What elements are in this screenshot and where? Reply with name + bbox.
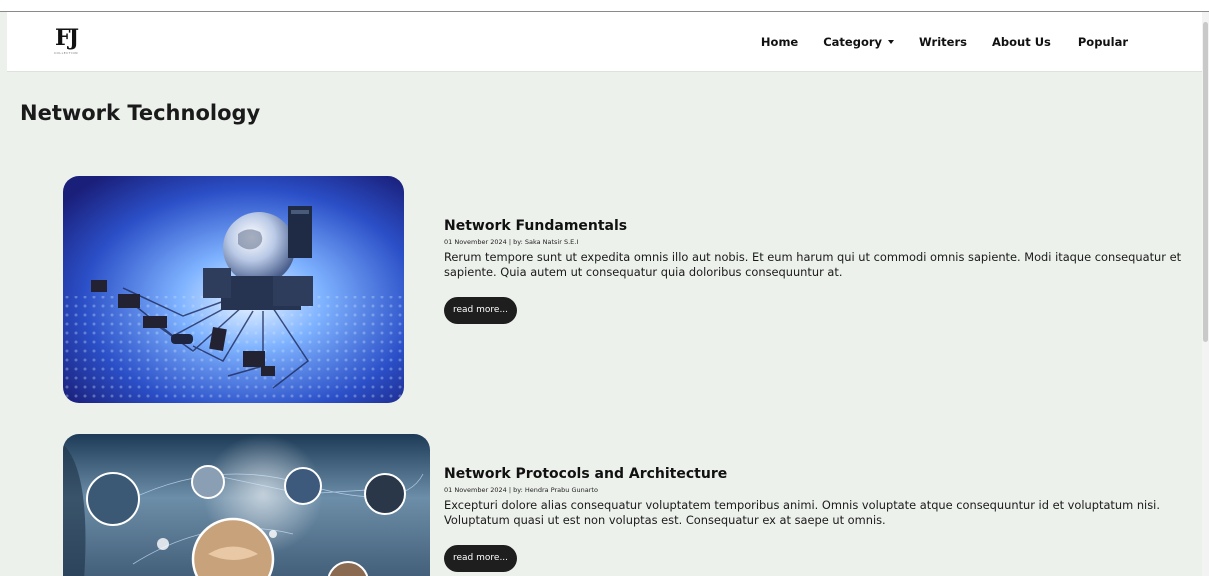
site-logo[interactable]: FJ COLLECTION [41, 26, 91, 62]
article-meta: 01 November 2024 | by: Saka Natsir S.E.I [444, 238, 579, 246]
article-image-protocols[interactable] [63, 434, 430, 576]
caret-down-icon [888, 40, 895, 44]
main-nav: Home Category Writers About Us Popular [761, 12, 1128, 72]
page-title: Network Technology [20, 101, 261, 125]
nav-home[interactable]: Home [761, 35, 798, 49]
logo-mark: FJ [54, 25, 79, 51]
nav-writers[interactable]: Writers [919, 35, 967, 49]
logo-tagline: COLLECTION [53, 51, 79, 55]
read-more-button[interactable]: read more... [444, 297, 518, 324]
navbar: FJ COLLECTION Home Category Writers Abou… [7, 12, 1202, 72]
browser-top-edge [0, 0, 1209, 12]
article-title[interactable]: Network Protocols and Architecture [444, 465, 1189, 483]
article-title[interactable]: Network Fundamentals [444, 217, 1189, 235]
article-image-network[interactable] [63, 176, 404, 403]
protocols-illustration [63, 434, 430, 576]
article-meta: 01 November 2024 | by: Hendra Prabu Guna… [444, 486, 598, 494]
read-more-button[interactable]: read more... [444, 545, 518, 572]
page-scrollbar[interactable] [1202, 12, 1209, 576]
scrollbar-thumb[interactable] [1203, 22, 1208, 342]
nav-category-dropdown[interactable]: Category [823, 35, 895, 49]
nav-category-label: Category [823, 35, 883, 49]
nav-about-us[interactable]: About Us [992, 35, 1051, 49]
article-excerpt: Rerum tempore sunt ut expedita omnis ill… [444, 250, 1182, 279]
nav-popular[interactable]: Popular [1078, 35, 1128, 49]
article-info: Network Protocols and Architecture 01 No… [444, 465, 1189, 572]
article-excerpt: Excepturi dolore alias consequatur volup… [444, 498, 1160, 527]
article-info: Network Fundamentals 01 November 2024 | … [444, 217, 1189, 324]
network-illustration [63, 176, 404, 403]
